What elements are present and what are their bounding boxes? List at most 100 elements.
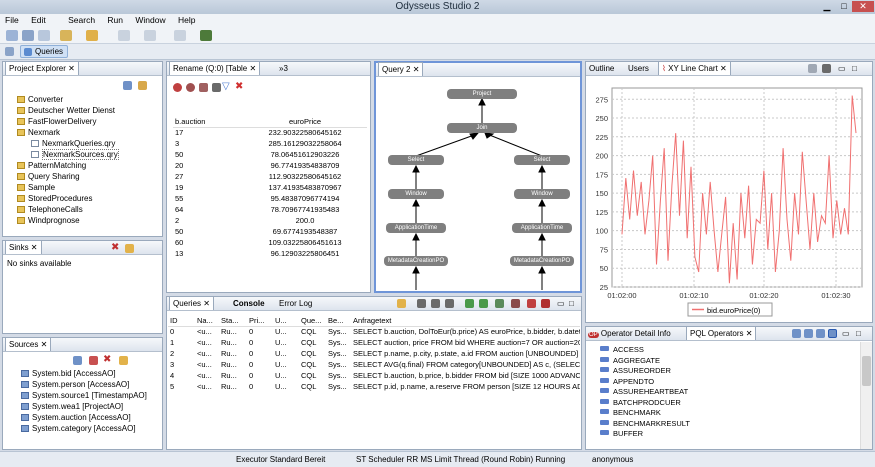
query-row[interactable]: 5 <u... Ru... 0 U... CQL Sys... SELECT p.id, p.… xyxy=(168,381,580,392)
queries-minimize-icon[interactable]: ▭ xyxy=(557,299,565,308)
graph-node-join[interactable]: Join xyxy=(447,123,517,133)
minimize-view-icon[interactable]: ▭ xyxy=(838,64,846,73)
queries-perspective-button[interactable]: Queries xyxy=(20,45,69,58)
column-header-europrice[interactable]: euroPrice xyxy=(243,116,367,127)
graph-node-apptime-right[interactable]: ApplicationTime xyxy=(512,223,572,233)
project-tree-item[interactable]: PatternMatching xyxy=(17,160,162,171)
menu-edit[interactable]: Edit xyxy=(26,14,51,25)
open-perspective-icon[interactable] xyxy=(5,47,14,56)
clear-icon[interactable] xyxy=(199,83,208,92)
tab-outline[interactable]: Outline xyxy=(589,64,614,73)
menu-window[interactable]: Window xyxy=(130,14,170,25)
operator-item[interactable]: ASSUREORDER xyxy=(600,366,850,377)
graph-node-metadata-left[interactable]: MetadataCreationPO xyxy=(384,256,448,266)
pause-icon[interactable] xyxy=(186,83,195,92)
query-column-header[interactable]: Be... xyxy=(326,315,351,326)
new-icon[interactable] xyxy=(6,30,18,41)
remove-query-icon[interactable] xyxy=(527,299,536,308)
query-row[interactable]: 3 <u... Ru... 0 U... CQL Sys... SELECT AVG(q.fi… xyxy=(168,359,580,370)
query-column-header[interactable]: Na... xyxy=(195,315,219,326)
next-annotation-icon[interactable] xyxy=(118,30,130,41)
add-source-icon[interactable] xyxy=(73,356,82,365)
menu-run[interactable]: Run xyxy=(102,14,128,25)
project-tree-item[interactable]: NexmarkQueries.qry xyxy=(17,138,162,149)
source-item[interactable]: System.person [AccessAO] xyxy=(21,379,161,390)
previous-annotation-icon[interactable] xyxy=(144,30,156,41)
remove-source-icon[interactable]: ✖ xyxy=(103,354,111,365)
operator-item[interactable]: ACCESS xyxy=(600,345,850,356)
graph-node-project[interactable]: Project xyxy=(447,89,517,99)
tab-sources[interactable]: Sources ✕ xyxy=(5,337,52,351)
project-tree-item[interactable]: Sample xyxy=(17,182,162,193)
column-header-auction[interactable]: b.auction xyxy=(173,116,243,127)
operators-scrollbar-thumb[interactable] xyxy=(862,356,871,386)
project-tree-item[interactable]: Nexmark xyxy=(17,127,162,138)
tab-query-2[interactable]: Query 2 ✕ xyxy=(378,62,424,76)
operator-item[interactable]: AGGREGATE xyxy=(600,356,850,367)
table-row[interactable]: 27 112.90322580645162 xyxy=(173,171,367,182)
graph-node-window-left[interactable]: Window xyxy=(388,189,444,199)
save-all-icon[interactable] xyxy=(38,30,50,41)
source-item[interactable]: System.wea1 [ProjectAO] xyxy=(21,401,161,412)
source-item[interactable]: System.auction [AccessAO] xyxy=(21,412,161,423)
table-row[interactable]: 19 137.41935483870967 xyxy=(173,182,367,193)
operator-item[interactable]: BENCHMARKRESULT xyxy=(600,419,850,430)
tab-project-explorer[interactable]: Project Explorer ✕ xyxy=(5,61,79,75)
table-row[interactable]: 13 96.12903225806451 xyxy=(173,248,367,259)
project-tree-item[interactable]: NexmarkSources.qry xyxy=(17,149,162,160)
project-tree-item[interactable]: Deutscher Wetter Dienst xyxy=(17,105,162,116)
table-row[interactable]: 3 285.16129032258064 xyxy=(173,138,367,149)
project-tree-item[interactable]: TelephoneCalls xyxy=(17,204,162,215)
table-row[interactable]: 55 95.48387096774194 xyxy=(173,193,367,204)
stop-query-icon[interactable] xyxy=(431,299,440,308)
table-row[interactable]: 60 109.03225806451613 xyxy=(173,237,367,248)
start-query-icon[interactable] xyxy=(465,299,474,308)
operator-item[interactable]: ASSUREHEARTBEAT xyxy=(600,387,850,398)
query-row[interactable]: 0 <u... Ru... 0 U... CQL Sys... SELECT b.auctio… xyxy=(168,326,580,337)
settings-icon[interactable] xyxy=(212,83,221,92)
maximize-view-icon[interactable]: □ xyxy=(852,64,857,73)
tab-sinks[interactable]: Sinks ✕ xyxy=(5,240,42,254)
project-tree-item[interactable]: Converter xyxy=(17,94,162,105)
sort-ascending-icon[interactable] xyxy=(792,329,801,338)
resume-query-icon[interactable] xyxy=(479,299,488,308)
refresh-sinks-icon[interactable] xyxy=(125,244,134,253)
graph-node-apptime-left[interactable]: ApplicationTime xyxy=(386,223,446,233)
tab-console[interactable]: Console xyxy=(233,299,265,308)
query-row[interactable]: 4 <u... Ru... 0 U... CQL Sys... SELECT b.auctio… xyxy=(168,370,580,381)
graph-node-select-right[interactable]: Select xyxy=(514,155,570,165)
stop-icon[interactable] xyxy=(173,83,182,92)
step-icon[interactable] xyxy=(417,299,426,308)
query-row[interactable]: 2 <u... Ru... 0 U... CQL Sys... SELECT p.name, … xyxy=(168,348,580,359)
table-row[interactable]: 20 96.77419354838709 xyxy=(173,160,367,171)
operator-item[interactable]: BUFFER xyxy=(600,429,850,440)
tab-queries[interactable]: Queries ✕ xyxy=(169,296,214,310)
save-icon[interactable] xyxy=(22,30,34,41)
refresh-sources-icon[interactable] xyxy=(119,356,128,365)
query-column-header[interactable]: ID xyxy=(168,315,195,326)
query-column-header[interactable]: Sta... xyxy=(219,315,247,326)
query-row[interactable]: 1 <u... Ru... 0 U... CQL Sys... SELECT auction,… xyxy=(168,337,580,348)
pause-query-icon[interactable] xyxy=(445,299,454,308)
project-tree-item[interactable]: FastFlowerDelivery xyxy=(17,116,162,127)
source-item[interactable]: System.bid [AccessAO] xyxy=(21,368,161,379)
close-button[interactable]: ✕ xyxy=(852,1,874,12)
table-row[interactable]: 17 232.90322580645162 xyxy=(173,127,367,138)
filter-operators-icon[interactable] xyxy=(816,329,825,338)
operators-minimize-icon[interactable]: ▭ xyxy=(842,329,850,338)
project-tree-item[interactable]: StoredProcedures xyxy=(17,193,162,204)
tab-users[interactable]: Users xyxy=(628,64,649,73)
tab-overflow[interactable]: »3 xyxy=(279,64,288,73)
query-column-header[interactable]: Anfragetext xyxy=(351,315,580,326)
table-row[interactable]: 50 69.6774193548387 xyxy=(173,226,367,237)
query-column-header[interactable]: Pri... xyxy=(247,315,273,326)
project-tree-item[interactable]: Windprognose xyxy=(17,215,162,226)
menu-help[interactable]: Help xyxy=(173,14,200,25)
minimize-button[interactable]: ▁ xyxy=(818,1,836,12)
sort-descending-icon[interactable] xyxy=(804,329,813,338)
table-row[interactable]: 64 78.70967741935483 xyxy=(173,204,367,215)
tree-view-icon[interactable] xyxy=(828,329,837,338)
operator-item[interactable]: BENCHMARK xyxy=(600,408,850,419)
suspend-query-icon[interactable] xyxy=(511,299,520,308)
query-column-header[interactable]: U... xyxy=(273,315,299,326)
